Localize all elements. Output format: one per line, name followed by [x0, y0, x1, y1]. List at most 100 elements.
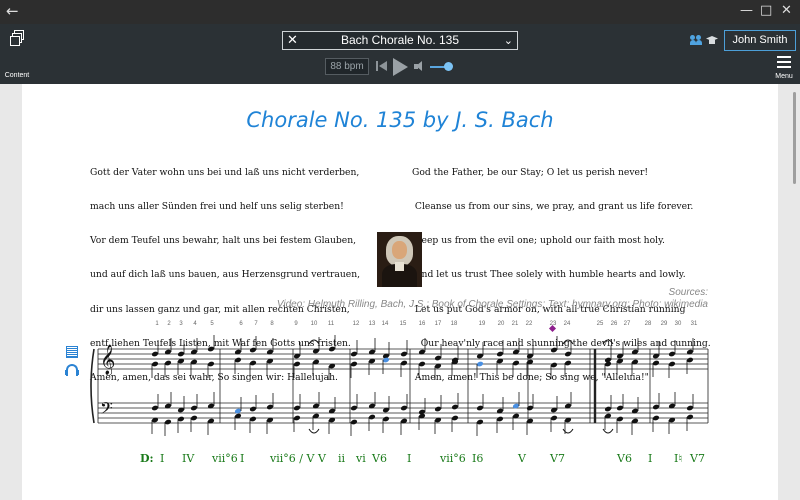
back-arrow-icon[interactable]: ←	[6, 2, 19, 20]
content-button-label: Content	[4, 72, 30, 79]
close-window-icon[interactable]: ✕	[781, 3, 792, 18]
measure-number: 15	[400, 321, 407, 327]
analysis-chord: V	[317, 452, 327, 465]
german-lyric-line: und auf dich laß uns bauen, aus Herzensg…	[90, 269, 361, 281]
music-score: 1 2 3 4 5 6 7 8 9 10 11 12 13 14 15 16 17 18 19 20 21 22 23 24 2…	[90, 321, 709, 465]
volume-slider-handle[interactable]	[444, 62, 453, 71]
key-label: D:	[140, 452, 154, 465]
english-lyric-line: And let us trust Thee solely with humble…	[412, 269, 686, 281]
german-lyric-line: mach uns aller Sünden frei und helf uns …	[90, 201, 344, 213]
fermata	[602, 339, 614, 345]
english-lyric-line: Keep us from the evil one; uphold our fa…	[412, 235, 665, 247]
sources-label: Sources:	[668, 287, 708, 298]
analysis-chord: I	[160, 452, 164, 465]
fermata	[308, 339, 320, 345]
analysis-chord: I	[648, 452, 652, 465]
measure-number: 12	[353, 321, 360, 327]
measure-number: 30	[675, 321, 682, 327]
measure-number: 6	[239, 321, 243, 327]
measure-number: 22	[526, 321, 533, 327]
measure-number: 21	[512, 321, 519, 327]
analysis-chord: V	[517, 452, 527, 465]
menu-button-label: Menu	[775, 73, 793, 80]
analysis-chord: I♮	[674, 452, 682, 465]
english-lyric-line: God the Father, be our Stay; O let us pe…	[412, 166, 649, 178]
volume-icon[interactable]	[414, 61, 426, 73]
chevron-down-icon[interactable]: ⌄	[504, 32, 513, 49]
fermata	[602, 428, 614, 434]
measure-number: 2	[167, 321, 171, 327]
measure-number: 29	[661, 321, 668, 327]
measure-number: 8	[270, 321, 274, 327]
play-icon[interactable]	[393, 58, 408, 76]
bass-clef: 𝄢	[100, 398, 113, 422]
analysis-chord: I6	[472, 452, 483, 465]
measure-number: 28	[645, 321, 652, 327]
analysis-chord: ii	[338, 452, 346, 465]
people-icon[interactable]	[690, 35, 702, 45]
measure-number: 19	[479, 321, 486, 327]
measure-number: 11	[328, 321, 335, 327]
measure-number: 9	[294, 321, 298, 327]
hamburger-icon	[777, 56, 791, 71]
measure-number: 17	[435, 321, 442, 327]
treble-clef: 𝄞	[100, 344, 115, 376]
measure-number: 25	[597, 321, 604, 327]
measure-number: 5	[210, 321, 214, 327]
menu-button[interactable]: Menu	[770, 56, 798, 82]
measure-number: 10	[311, 321, 318, 327]
measure-number: 7	[254, 321, 258, 327]
grand-staff: 𝄞𝄢	[90, 344, 709, 424]
user-account-button[interactable]: John Smith	[724, 30, 796, 51]
measure-number: 18	[451, 321, 458, 327]
measure-number: 20	[498, 321, 505, 327]
measure-number: 27	[624, 321, 631, 327]
analysis-chord: I	[240, 452, 244, 465]
measure-number: 31	[691, 321, 698, 327]
analysis-chord: vii°6	[211, 452, 238, 465]
measure-numbers: 1 2 3 4 5 6 7 8 9 10 11 12 13 14 15 16 17 18 19 20 21 22 23 24 2…	[155, 321, 698, 333]
tempo-field[interactable]: 88 bpm	[325, 58, 369, 75]
measure-number: 4	[193, 321, 197, 327]
measure-number: 1	[155, 321, 159, 327]
analysis-chord: V6	[371, 452, 387, 465]
bach-portrait	[377, 232, 422, 287]
note-heads	[151, 335, 694, 436]
measure-number: 14	[382, 321, 389, 327]
chorale-title-value: Bach Chorale No. 135	[340, 33, 460, 47]
analysis-chord: vii°6 / V	[269, 452, 315, 465]
measure-number: 24	[564, 321, 571, 327]
measure-number: 13	[369, 321, 376, 327]
measure-number: 3	[179, 321, 183, 327]
graduation-cap-icon[interactable]	[706, 35, 718, 45]
analysis-chord: vi	[355, 452, 366, 465]
fermata	[562, 339, 574, 345]
stacked-pages-icon	[10, 30, 24, 46]
measure-number: 26	[611, 321, 618, 327]
measure-number: 16	[419, 321, 426, 327]
roman-numeral-analysis: D: I IV vii°6 Ivii°6 / V Vii vi V6 Ivii°6 I6 V V7 V…	[140, 452, 705, 465]
analysis-chord: V7	[549, 452, 565, 465]
analysis-chord: IV	[182, 452, 195, 465]
english-lyric-line: Cleanse us from our sins, we pray, and g…	[412, 201, 694, 213]
analysis-chord: vii°6	[439, 452, 466, 465]
analysis-chord: V6	[616, 452, 632, 465]
analysis-chord: V7	[689, 452, 705, 465]
clear-icon[interactable]: ✕	[287, 32, 298, 49]
fermata	[562, 428, 574, 434]
analysis-chord: I	[407, 452, 411, 465]
content-button[interactable]: Content	[2, 28, 32, 80]
german-lyric-line: Vor dem Teufel uns bewahr, halt uns bei …	[90, 235, 357, 247]
sources-credit: Sources: Video: Helmuth Rilling, Bach, J…	[108, 287, 708, 310]
page-scrollbar[interactable]	[793, 92, 796, 184]
chorale-title-select[interactable]: ✕ Bach Chorale No. 135 ⌄	[282, 31, 518, 50]
page-title: Chorale No. 135 by J. S. Bach	[246, 108, 554, 132]
sources-text: Video: Helmuth Rilling, Bach, J.S.: Book…	[276, 298, 708, 310]
skip-back-icon[interactable]	[376, 60, 388, 72]
german-lyric-line: Gott der Vater wohn uns bei und laß uns …	[90, 166, 360, 178]
window-titlebar: ← — □ ✕	[0, 0, 800, 24]
fermata	[308, 428, 320, 434]
minimize-icon[interactable]: —	[740, 3, 753, 18]
maximize-icon[interactable]: □	[760, 3, 772, 18]
brace	[90, 348, 95, 424]
